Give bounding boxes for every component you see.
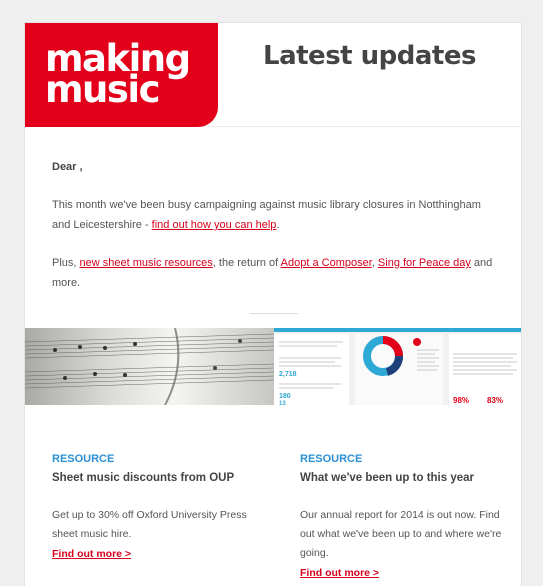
intro-section: Dear , This month we've been busy campai… [25,127,521,293]
sheet-music-resources-link[interactable]: new sheet music resources [80,257,213,269]
resource-title: What we've been up to this year [300,472,474,484]
resource-tag: RESOURCE [52,453,115,465]
find-out-more-link[interactable]: Find out more > [300,564,379,583]
resource-title: Sheet music discounts from OUP [52,472,235,484]
resource-column-right: RESOURCE What we've been up to this year… [300,453,515,583]
annual-report-image[interactable]: 2,718 180 13 98% 83% [274,328,522,405]
report-stat-1: 2,718 [279,371,297,378]
greeting: Dear , [52,161,83,173]
report-pct-2: 83% [487,396,503,405]
sing-for-peace-link[interactable]: Sing for Peace day [378,257,471,269]
logo-line-2: music [45,68,161,111]
intro-paragraph-1: This month we've been busy campaigning a… [52,195,495,235]
para2-mid1: , the return of [212,257,281,269]
report-pct-1: 98% [453,396,469,405]
section-divider [250,313,298,314]
making-music-logo[interactable]: making music [25,23,218,127]
resource-tag: RESOURCE [300,453,363,465]
resource-body: Our annual report for 2014 is out now. F… [300,509,502,559]
adopt-a-composer-link[interactable]: Adopt a Composer [281,257,372,269]
report-stat-2: 180 [279,393,291,400]
resource-banner: 2,718 180 13 98% 83% [25,328,522,405]
email-card: making music Latest updates Dear , This … [24,22,522,586]
para1-end: . [276,219,280,231]
sheet-music-image[interactable] [25,328,275,405]
para2-start: Plus, [52,257,80,269]
email-header: making music Latest updates [25,23,521,127]
find-out-how-link[interactable]: find out how you can help [152,219,277,231]
page-title: Latest updates [263,41,476,71]
find-out-more-link[interactable]: Find out more > [52,545,131,564]
resource-body: Get up to 30% off Oxford University Pres… [52,509,247,540]
report-stat-3: 13 [279,401,286,405]
resource-column-left: RESOURCE Sheet music discounts from OUP … [52,453,267,564]
intro-paragraph-2: Plus, new sheet music resources, the ret… [52,253,495,293]
